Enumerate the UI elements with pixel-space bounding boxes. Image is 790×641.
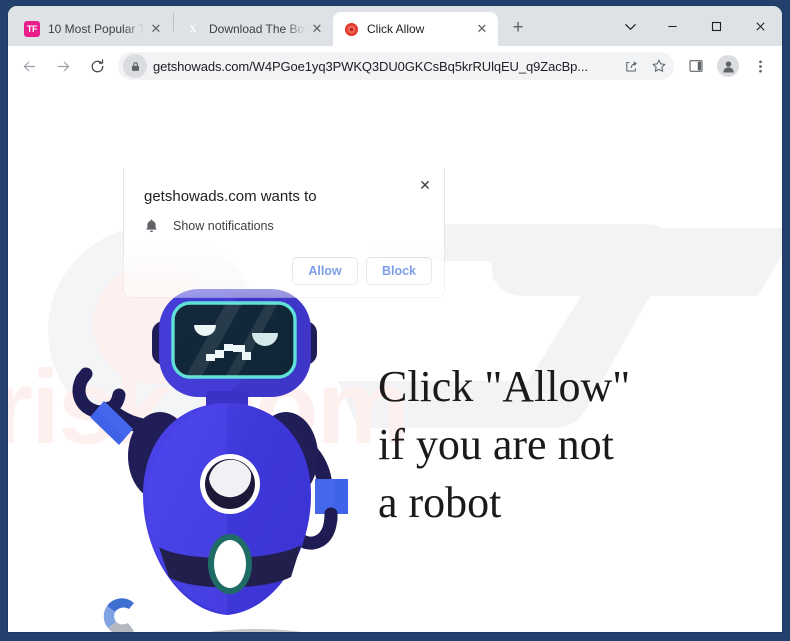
url-text[interactable]: getshowads.com/W4PGoe1yq3PWKQ3DU0GKCsBq5…	[153, 59, 618, 74]
page-viewport: risk.com	[8, 86, 782, 632]
tab-separator	[173, 13, 174, 31]
tab-title: Download The Boo	[209, 22, 305, 36]
permission-dialog-title: getshowads.com wants to	[144, 188, 317, 205]
forward-button[interactable]	[48, 51, 78, 81]
three-dot-menu-icon[interactable]	[746, 52, 774, 80]
chevron-down-icon[interactable]	[610, 9, 650, 43]
browser-tab-1[interactable]: TF 10 Most Popular To ✕	[14, 12, 172, 46]
back-button[interactable]	[14, 51, 44, 81]
permission-request-row: Show notifications	[144, 218, 274, 234]
address-bar[interactable]: getshowads.com/W4PGoe1yq3PWKQ3DU0GKCsBq5…	[118, 52, 674, 80]
screen-root: TF 10 Most Popular To ✕ X Download The B…	[0, 0, 790, 641]
x-icon: X	[189, 24, 197, 34]
tab-title: Click Allow	[367, 22, 425, 36]
star-icon[interactable]	[646, 53, 672, 79]
permission-dialog-actions: Allow Block	[292, 257, 432, 285]
window-controls	[610, 6, 782, 46]
tf-icon: TF	[24, 21, 40, 37]
red-dot-icon	[343, 21, 359, 37]
ecaptcha-logo: E-CAPTCHA	[86, 594, 156, 632]
close-icon[interactable]: ✕	[309, 21, 325, 37]
browser-window: TF 10 Most Popular To ✕ X Download The B…	[8, 6, 782, 632]
close-icon[interactable]: ✕	[474, 21, 490, 37]
new-tab-button[interactable]: +	[504, 14, 532, 42]
browser-tab-2[interactable]: X Download The Boo ✕	[175, 12, 333, 46]
minimize-icon[interactable]	[650, 9, 694, 43]
maximize-icon[interactable]	[694, 9, 738, 43]
lock-icon[interactable]	[123, 54, 147, 78]
avatar	[717, 55, 739, 77]
allow-button[interactable]: Allow	[292, 257, 358, 285]
close-icon[interactable]: ✕	[414, 174, 436, 196]
side-panel-icon[interactable]	[682, 52, 710, 80]
profile-avatar-icon[interactable]	[714, 52, 742, 80]
bell-icon	[144, 218, 159, 234]
browser-toolbar: getshowads.com/W4PGoe1yq3PWKQ3DU0GKCsBq5…	[8, 46, 782, 86]
captcha-c-icon	[103, 598, 134, 632]
block-button[interactable]: Block	[366, 257, 432, 285]
share-icon[interactable]	[618, 53, 644, 79]
page-headline: Click "Allow" if you are not a robot	[378, 362, 631, 528]
tab-strip: TF 10 Most Popular To ✕ X Download The B…	[8, 6, 782, 46]
permission-label: Show notifications	[173, 219, 274, 233]
blue-robot-illustration	[72, 289, 348, 615]
reload-button[interactable]	[82, 51, 112, 81]
tab-title: 10 Most Popular To	[48, 22, 144, 36]
browser-tab-3-active[interactable]: Click Allow ✕	[333, 12, 498, 46]
notification-permission-dialog: ✕ getshowads.com wants to Show notificat…	[123, 168, 445, 298]
close-icon[interactable]: ✕	[148, 21, 164, 37]
close-icon[interactable]	[738, 9, 782, 43]
